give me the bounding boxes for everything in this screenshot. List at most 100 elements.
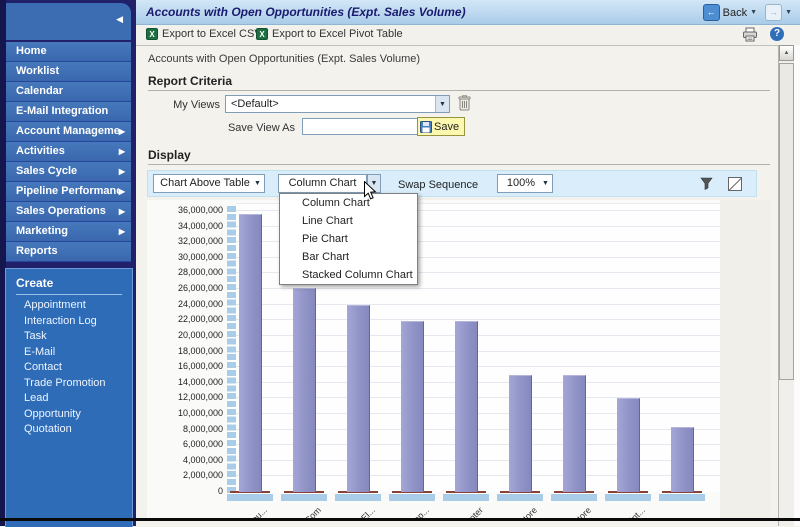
y-axis-tick-label: 28,000,000 — [177, 267, 223, 278]
create-item-quotation[interactable]: Quotation — [6, 422, 132, 438]
save-button[interactable]: Save — [417, 117, 466, 136]
x-axis-segment — [659, 494, 705, 501]
zoom-select[interactable]: 100% ▼ — [497, 174, 553, 193]
svg-text:X: X — [259, 30, 265, 39]
chart-bar[interactable] — [509, 374, 532, 492]
create-panel-title: Create — [16, 276, 122, 295]
menu-item-pie-chart[interactable]: Pie Chart — [280, 230, 417, 248]
sidebar-item-home[interactable]: Home — [6, 42, 131, 62]
save-view-as-input[interactable] — [302, 118, 418, 135]
create-item-task[interactable]: Task — [6, 329, 132, 345]
forward-icon[interactable]: → — [765, 4, 783, 21]
window-edge — [794, 45, 800, 526]
sidebar-item-label: Pipeline Performance — [16, 185, 119, 197]
x-category-label: ...Com — [297, 505, 324, 518]
chart-type-select[interactable]: Column Chart — [278, 174, 367, 193]
export-excel-pivot-button[interactable]: X Export to Excel Pivot Table — [256, 28, 403, 40]
chart-bar[interactable] — [401, 320, 424, 492]
sidebar-item-reports[interactable]: Reports — [6, 242, 131, 262]
chart-bar[interactable] — [455, 320, 478, 492]
save-button-label: Save — [434, 120, 460, 133]
sidebar-item-sales-operations[interactable]: Sales Operations ▶ — [6, 202, 131, 222]
sidebar-item-e-mail-integration[interactable]: E-Mail Integration — [6, 102, 131, 122]
x-axis-segment — [281, 494, 327, 501]
export-excel-csv-button[interactable]: X Export to Excel CSV — [146, 28, 262, 40]
report-criteria-title: Report Criteria — [148, 74, 233, 88]
y-axis-tick-label: 34,000,000 — [177, 220, 223, 231]
create-item-interaction-log[interactable]: Interaction Log — [6, 314, 132, 330]
vertical-scrollbar[interactable]: ▲ — [778, 45, 794, 526]
y-axis-tick-label: 32,000,000 — [177, 236, 223, 247]
chart-bar[interactable] — [671, 427, 694, 492]
back-icon[interactable]: ← — [702, 4, 720, 21]
my-views-select[interactable]: <Default> ▼ — [225, 95, 450, 113]
my-views-value: <Default> — [231, 98, 279, 110]
sidebar-item-label: Reports — [16, 245, 58, 257]
y-axis-tick-label: 2,000,000 — [182, 470, 223, 481]
y-axis-tick-label: 18,000,000 — [177, 345, 223, 356]
sidebar-item-pipeline-performance[interactable]: Pipeline Performance ▶ — [6, 182, 131, 202]
scrollbar-thumb[interactable] — [779, 63, 794, 380]
menu-item-stacked-column-chart[interactable]: Stacked Column Chart — [280, 266, 417, 284]
create-item-opportunity[interactable]: Opportunity — [6, 407, 132, 423]
window-bottom-border — [0, 518, 800, 521]
filter-icon[interactable] — [700, 177, 713, 195]
sidebar-item-label: E-Mail Integration — [16, 105, 109, 117]
back-dropdown-icon[interactable]: ▼ — [750, 9, 757, 16]
print-icon[interactable] — [742, 27, 758, 47]
y-axis-tick-label: 14,000,000 — [177, 376, 223, 387]
swap-sequence-button[interactable]: Swap Sequence — [398, 179, 478, 191]
chart-bar[interactable] — [239, 213, 262, 492]
expand-chart-icon[interactable] — [728, 177, 742, 191]
x-axis-segment — [605, 494, 651, 501]
sidebar-item-label: Calendar — [16, 85, 64, 97]
page-title: Accounts with Open Opportunities (Expt. … — [146, 5, 466, 19]
chevron-down-icon[interactable]: ▼ — [435, 96, 449, 112]
history-controls: ← Back ▼ → ▼ — [702, 4, 792, 21]
chevron-down-icon[interactable]: ▼ — [539, 175, 552, 192]
create-item-e-mail[interactable]: E-Mail — [6, 345, 132, 361]
y-axis-tick-label: 30,000,000 — [177, 251, 223, 262]
back-button[interactable]: Back — [723, 7, 747, 19]
create-item-lead[interactable]: Lead — [6, 391, 132, 407]
menu-item-bar-chart[interactable]: Bar Chart — [280, 248, 417, 266]
sidebar-item-account-management[interactable]: Account Management▶ — [6, 122, 131, 142]
save-view-as-label: Save View As — [227, 122, 295, 134]
chevron-right-icon: ▶ — [118, 187, 125, 196]
menu-item-line-chart[interactable]: Line Chart — [280, 212, 417, 230]
chart-bar[interactable] — [617, 398, 640, 492]
scroll-up-icon[interactable]: ▲ — [779, 45, 794, 61]
sidebar-item-label: Home — [16, 45, 47, 57]
breadcrumb: Accounts with Open Opportunities (Expt. … — [148, 53, 421, 65]
sidebar-item-worklist[interactable]: Worklist — [6, 62, 131, 82]
forward-dropdown-icon[interactable]: ▼ — [785, 9, 792, 16]
create-item-appointment[interactable]: Appointment — [6, 298, 132, 314]
excel-icon: X — [256, 28, 268, 40]
y-axis-tick-label: 0 — [217, 486, 223, 496]
chart-bar[interactable] — [563, 374, 586, 492]
y-axis-tick-label: 36,000,000 — [177, 205, 223, 215]
collapse-sidebar-icon[interactable]: ◀ — [116, 14, 123, 25]
create-item-contact[interactable]: Contact — [6, 360, 132, 376]
chart-bar[interactable] — [293, 288, 316, 492]
y-axis-tick-label: 10,000,000 — [177, 407, 223, 418]
x-axis-segment — [551, 494, 597, 501]
display-title: Display — [148, 148, 191, 162]
create-item-trade-promotion[interactable]: Trade Promotion — [6, 376, 132, 392]
y-axis-tick-label: 12,000,000 — [177, 392, 223, 403]
chevron-down-icon[interactable]: ▼ — [251, 175, 264, 192]
export-csv-label: Export to Excel CSV — [162, 28, 262, 40]
sidebar-item-activities[interactable]: Activities ▶ — [6, 142, 131, 162]
sidebar-item-sales-cycle[interactable]: Sales Cycle ▶ — [6, 162, 131, 182]
menu-item-column-chart[interactable]: Column Chart — [280, 194, 417, 212]
sidebar-item-marketing[interactable]: Marketing ▶ — [6, 222, 131, 242]
delete-view-icon[interactable] — [457, 95, 472, 117]
chart-bar[interactable] — [347, 305, 370, 492]
y-axis-tick-label: 16,000,000 — [177, 361, 223, 372]
create-list: Appointment Interaction Log Task E-Mail Cont… — [6, 298, 132, 438]
help-icon[interactable]: ? — [770, 27, 784, 41]
layout-select[interactable]: Chart Above Table ▼ — [153, 174, 265, 193]
export-pivot-label: Export to Excel Pivot Table — [272, 28, 403, 40]
x-axis-segment — [335, 494, 381, 501]
sidebar-item-calendar[interactable]: Calendar — [6, 82, 131, 102]
